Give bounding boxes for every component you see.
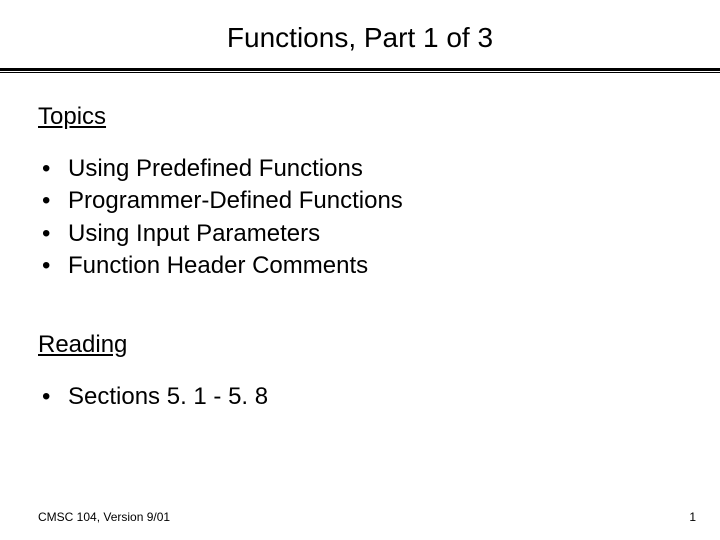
reading-heading: Reading [38,331,682,359]
reading-list: Sections 5. 1 - 5. 8 [38,381,682,413]
body-area: Topics Using Predefined Functions Progra… [0,103,720,413]
slide-title: Functions, Part 1 of 3 [0,0,720,68]
list-item: Using Predefined Functions [38,153,682,185]
page-number: 1 [689,510,696,524]
list-item: Function Header Comments [38,250,682,282]
list-item: Using Input Parameters [38,218,682,250]
title-divider [0,68,720,73]
list-item: Sections 5. 1 - 5. 8 [38,381,682,413]
list-item: Programmer-Defined Functions [38,185,682,217]
topics-heading: Topics [38,103,682,131]
footer-left: CMSC 104, Version 9/01 [38,510,170,524]
topics-list: Using Predefined Functions Programmer-De… [38,153,682,283]
